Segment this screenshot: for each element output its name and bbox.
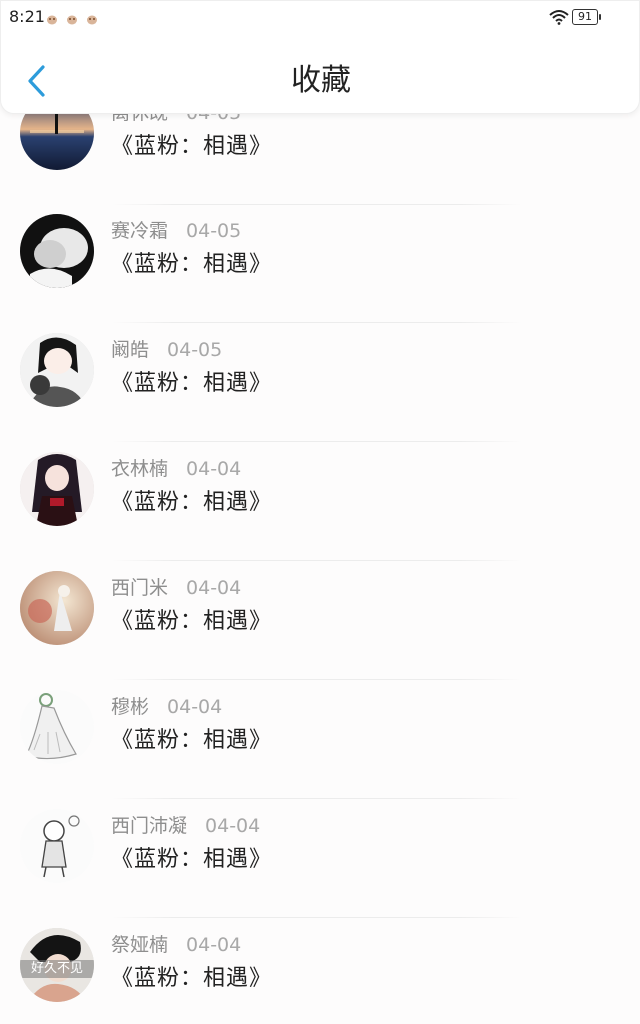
author-name: 赛冷霜 — [111, 220, 169, 242]
avatar-badge: 好久不见 — [20, 960, 94, 978]
author-name: 西门米 — [111, 577, 169, 599]
avatar[interactable] — [20, 214, 94, 288]
author-name: 衣林楠 — [111, 458, 169, 480]
app-header: 8:21 91 收藏 — [0, 0, 640, 114]
author-name: 西门沛凝 — [111, 815, 188, 837]
item-date: 04-04 — [186, 458, 242, 480]
favorites-list[interactable]: 离休既04-05 《蓝粉：相遇》 赛冷霜 04-05 《蓝粉：相遇》 — [0, 0, 640, 1024]
author-name: 阚皓 — [111, 339, 150, 361]
item-title[interactable]: 《蓝粉：相遇》 — [111, 250, 272, 280]
list-item[interactable]: 阚皓 04-05 《蓝粉：相遇》 — [0, 333, 640, 455]
item-date: 04-05 — [167, 339, 223, 361]
item-date: 04-05 — [186, 220, 242, 242]
avatar[interactable] — [20, 452, 94, 526]
list-item[interactable]: 好久不见 祭娅楠 04-04 《蓝粉：相遇》 — [0, 928, 640, 1024]
avatar[interactable] — [20, 571, 94, 645]
list-item[interactable]: 赛冷霜 04-05 《蓝粉：相遇》 — [0, 214, 640, 336]
avatar[interactable] — [20, 690, 94, 764]
item-meta: 衣林楠 04-04 — [111, 456, 241, 482]
divider — [112, 441, 522, 442]
nav-bar: 收藏 — [1, 49, 640, 113]
divider — [112, 679, 522, 680]
item-meta: 西门沛凝 04-04 — [111, 813, 260, 839]
avatar-illustration-image — [20, 571, 94, 645]
item-date: 04-04 — [205, 815, 261, 837]
author-name: 穆彬 — [111, 696, 150, 718]
item-title[interactable]: 《蓝粉：相遇》 — [111, 845, 272, 875]
notification-icon — [46, 10, 58, 25]
avatar-dark-girl-image — [20, 452, 94, 526]
status-time: 8:21 — [9, 7, 45, 26]
item-title[interactable]: 《蓝粉：相遇》 — [111, 726, 272, 756]
item-date: 04-04 — [186, 577, 242, 599]
divider — [112, 798, 522, 799]
list-item[interactable]: 离休既04-05 《蓝粉：相遇》 — [0, 96, 640, 218]
item-title[interactable]: 《蓝粉：相遇》 — [111, 964, 272, 994]
list-item[interactable]: 穆彬 04-04 《蓝粉：相遇》 — [0, 690, 640, 812]
avatar-sketch-dress-image — [20, 690, 94, 764]
wifi-icon — [549, 9, 569, 25]
list-item[interactable]: 西门沛凝 04-04 《蓝粉：相遇》 — [0, 809, 640, 931]
item-title[interactable]: 《蓝粉：相遇》 — [111, 132, 272, 162]
battery-indicator: 91 — [572, 9, 601, 25]
notification-icon — [66, 10, 78, 25]
item-meta: 穆彬 04-04 — [111, 694, 222, 720]
item-meta: 赛冷霜 04-05 — [111, 218, 241, 244]
item-title[interactable]: 《蓝粉：相遇》 — [111, 488, 272, 518]
notification-icon — [86, 10, 98, 25]
item-date: 04-04 — [186, 934, 242, 956]
item-meta: 祭娅楠 04-04 — [111, 932, 241, 958]
avatar[interactable] — [20, 809, 94, 883]
divider — [112, 917, 522, 918]
avatar[interactable]: 好久不见 — [20, 928, 94, 1002]
divider — [112, 322, 522, 323]
author-name: 祭娅楠 — [111, 934, 169, 956]
item-date: 04-04 — [167, 696, 223, 718]
list-item[interactable]: 西门米 04-04 《蓝粉：相遇》 — [0, 571, 640, 693]
page-title: 收藏 — [291, 63, 351, 98]
divider — [112, 204, 522, 205]
item-title[interactable]: 《蓝粉：相遇》 — [111, 369, 272, 399]
status-bar: 8:21 91 — [1, 1, 640, 33]
item-meta: 西门米 04-04 — [111, 575, 241, 601]
avatar-doodle-image — [20, 809, 94, 883]
notification-icons — [46, 10, 101, 29]
avatar[interactable] — [20, 333, 94, 407]
avatar-anime-girl-image — [20, 333, 94, 407]
item-title[interactable]: 《蓝粉：相遇》 — [111, 607, 272, 637]
list-item[interactable]: 衣林楠 04-04 《蓝粉：相遇》 — [0, 452, 640, 574]
divider — [112, 560, 522, 561]
item-meta: 阚皓 04-05 — [111, 337, 222, 363]
avatar-bw-boy-image — [20, 214, 94, 288]
